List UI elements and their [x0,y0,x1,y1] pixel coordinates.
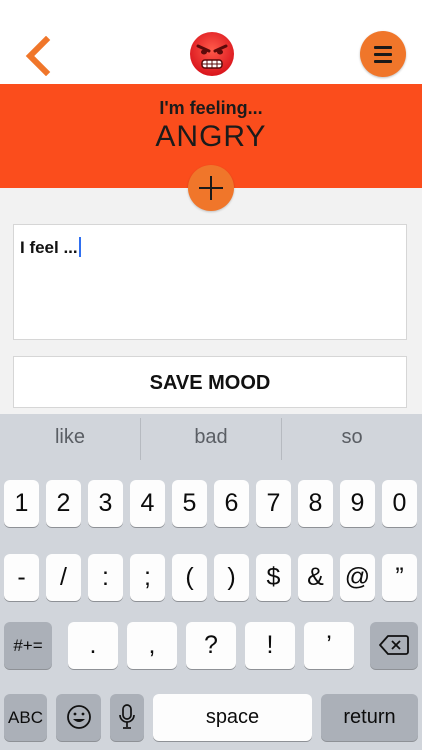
key-4[interactable]: 4 [130,480,165,527]
key-ampersand[interactable]: & [298,554,333,601]
back-button[interactable] [22,35,56,77]
note-text: I feel ... [20,238,78,257]
backspace-key[interactable] [370,622,418,669]
mood-note-input[interactable]: I feel ... [13,224,407,340]
key-6[interactable]: 6 [214,480,249,527]
key-more-symbols[interactable]: #+= [4,622,52,669]
suggestion-2[interactable]: bad [141,414,281,464]
key-5[interactable]: 5 [172,480,207,527]
key-3[interactable]: 3 [88,480,123,527]
chevron-left-icon [25,35,51,77]
key-colon[interactable]: : [88,554,123,601]
add-button[interactable] [188,165,234,211]
key-period[interactable]: . [68,622,118,669]
suggestion-bar: like bad so [0,414,422,464]
key-quote[interactable]: ” [382,554,417,601]
emoji-icon [66,705,91,729]
key-abc[interactable]: ABC [4,694,47,741]
menu-icon [374,46,392,49]
top-bar [0,0,422,84]
key-0[interactable]: 0 [382,480,417,527]
suggestion-3[interactable]: so [282,414,422,464]
menu-button[interactable] [360,31,406,77]
key-open-paren[interactable]: ( [172,554,207,601]
angry-face-icon [189,31,235,77]
emoji-key[interactable] [56,694,101,741]
suggestion-1[interactable]: like [0,414,140,464]
key-comma[interactable]: , [127,622,177,669]
key-slash[interactable]: / [46,554,81,601]
save-mood-button[interactable]: SAVE MOOD [13,356,407,408]
feeling-label: I'm feeling... [159,98,263,118]
microphone-icon [119,704,135,729]
key-1[interactable]: 1 [4,480,39,527]
key-close-paren[interactable]: ) [214,554,249,601]
key-apostrophe[interactable]: ’ [304,622,354,669]
microphone-key[interactable] [110,694,144,741]
key-question[interactable]: ? [186,622,236,669]
key-8[interactable]: 8 [298,480,333,527]
keyboard: like bad so 1 2 3 4 5 6 7 8 9 0 - / : ; … [0,414,422,750]
key-7[interactable]: 7 [256,480,291,527]
mood-name: ANGRY [155,120,267,153]
key-at[interactable]: @ [340,554,375,601]
text-cursor [78,237,81,257]
key-2[interactable]: 2 [46,480,81,527]
key-dollar[interactable]: $ [256,554,291,601]
space-key[interactable]: space [153,694,312,741]
backspace-icon [379,635,409,655]
key-9[interactable]: 9 [340,480,375,527]
key-hyphen[interactable]: - [4,554,39,601]
key-semicolon[interactable]: ; [130,554,165,601]
return-key[interactable]: return [321,694,418,741]
key-exclamation[interactable]: ! [245,622,295,669]
